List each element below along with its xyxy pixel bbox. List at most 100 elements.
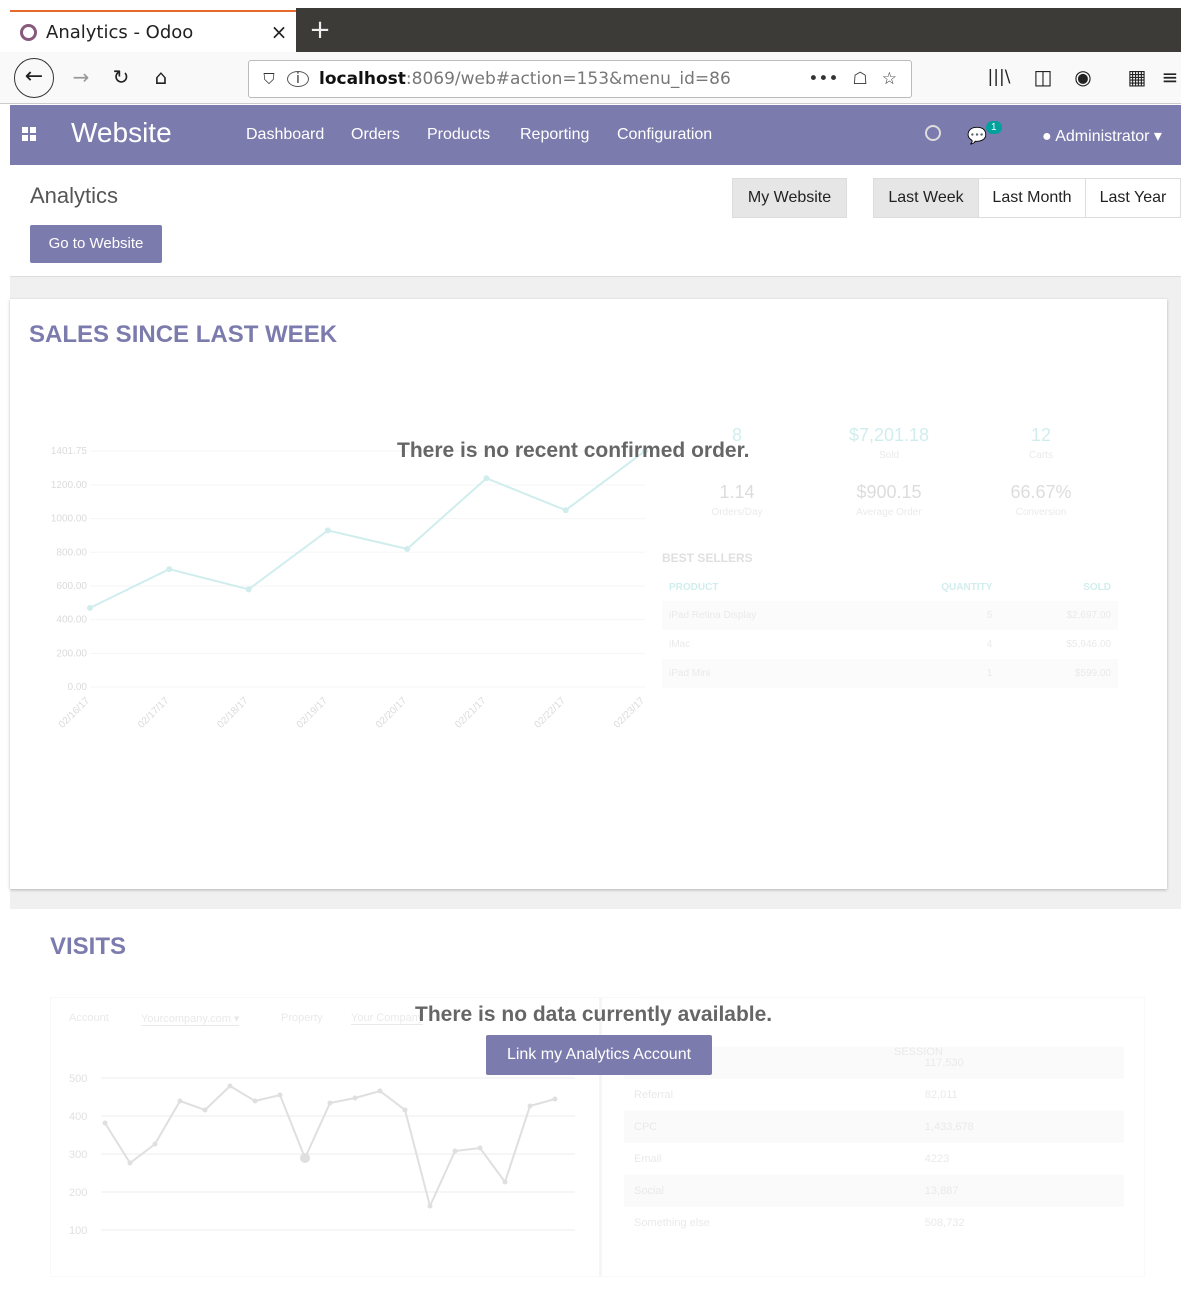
table-row: Email 4223 [634, 1153, 950, 1165]
shield-icon[interactable]: ⛉ [257, 70, 281, 88]
sales-no-data-message: There is no recent confirmed order. [397, 439, 750, 462]
account-label: Account [69, 1012, 109, 1024]
kpi-sold: $7,201.18 Sold [814, 425, 964, 461]
data-point [527, 1103, 533, 1109]
y-tick-label: 300 [69, 1149, 87, 1161]
data-point [102, 1120, 108, 1126]
browser-navbar: ← → ↻ ⌂ ⛉ i localhost:8069/web#action=15… [0, 52, 1181, 104]
back-button[interactable]: ← [14, 58, 54, 98]
range-last-week-button[interactable]: Last Week [873, 178, 979, 218]
user-menu[interactable]: ● Administrator ▾ [1042, 126, 1162, 146]
reload-button[interactable]: ↻ [106, 60, 136, 94]
x-tick-label: 02/16/17 [57, 695, 93, 731]
best-sellers-table: PRODUCT QUANTITY SOLD iPad Retina Displa… [662, 574, 1118, 688]
y-tick-label: 800.00 [56, 547, 87, 558]
kpi-value: 1.14 [719, 482, 755, 502]
data-point [87, 604, 93, 611]
traffic-sources-table: Organic117,530 Referral82,011 CPC1,433,6… [624, 1047, 1124, 1239]
browser-tabstrip: Analytics - Odoo × + [0, 0, 1181, 52]
forward-button[interactable]: → [66, 60, 96, 94]
page-actions-icon[interactable]: ••• [808, 69, 838, 89]
home-button[interactable]: ⌂ [146, 60, 176, 94]
menu-orders[interactable]: Orders [351, 126, 400, 144]
hamburger-menu-icon[interactable]: ≡ [1160, 60, 1180, 94]
kpi-value: $7,201.18 [848, 425, 930, 445]
sales-line-chart: 0.00 200.00 400.00 600.00 800.00 1000.00 1200.… [51, 446, 648, 731]
tabstrip-background [296, 8, 1181, 52]
pocket-icon[interactable]: ☖ [853, 69, 868, 89]
y-tick-label: 200.00 [56, 648, 87, 659]
y-tick-label: 0.00 [68, 682, 88, 693]
go-to-website-button[interactable]: Go to Website [30, 225, 162, 263]
activity-clock-icon[interactable] [925, 125, 941, 141]
data-point [377, 1088, 383, 1094]
y-tick-label: 1401.75 [51, 446, 88, 457]
url-bar[interactable]: ⛉ i localhost:8069/web#action=153&menu_i… [248, 60, 912, 98]
data-point [127, 1160, 133, 1166]
best-sellers-title: BEST SELLERS [662, 551, 753, 565]
menu-configuration[interactable]: Configuration [617, 126, 712, 144]
kpi-label: Orders/Day [711, 507, 763, 518]
range-last-month-button[interactable]: Last Month [978, 178, 1086, 218]
property-label: Property [281, 1012, 323, 1024]
range-last-year-button[interactable]: Last Year [1085, 178, 1181, 218]
y-tick-label: 600.00 [56, 581, 87, 592]
table-row: Something else 508,732 [634, 1217, 965, 1229]
property-select[interactable]: Your Company [351, 1012, 424, 1025]
app-brand[interactable]: Website [71, 117, 172, 149]
y-tick-label: 500 [69, 1073, 87, 1085]
table-row: Referral 82,011 [634, 1089, 958, 1101]
table-row: Social 13,887 [624, 1175, 1124, 1207]
menu-products[interactable]: Products [427, 126, 490, 144]
table-row: iMac 4 $5,946.00 [669, 639, 1111, 650]
account-select[interactable]: Yourcompany.com ▾ [141, 1012, 240, 1026]
sales-series-line [89, 450, 646, 609]
menu-reporting[interactable]: Reporting [520, 126, 589, 144]
data-point [427, 1203, 433, 1209]
site-info-icon[interactable]: i [287, 71, 309, 87]
x-tick-label: 02/21/17 [453, 695, 489, 731]
browser-tab[interactable]: Analytics - Odoo × [10, 10, 296, 52]
kpi-value: 12 [1030, 425, 1052, 445]
data-point [327, 1100, 333, 1106]
kpi-carts: 12 Carts [966, 425, 1116, 461]
link-analytics-account-button[interactable]: Link my Analytics Account [486, 1035, 712, 1075]
sidebar-icon[interactable]: ◫ [1028, 60, 1058, 94]
sales-card: SALES SINCE LAST WEEK 0.00 200.00 400.00 60… [10, 299, 1167, 889]
odoo-main-navbar: Website Dashboard Orders Products Report… [10, 105, 1181, 165]
data-point [352, 1095, 358, 1101]
user-name: Administrator [1055, 128, 1150, 145]
messaging-chat-icon[interactable]: 💬 [967, 126, 987, 146]
x-tick-label: 02/20/17 [374, 695, 410, 731]
kpi-orders-per-day: 1.14 Orders/Day [662, 482, 812, 518]
kpi-value: 66.67% [1010, 482, 1072, 502]
user-avatar-icon: ● [1042, 128, 1052, 145]
extension-gift-icon[interactable]: ▦ [1122, 60, 1152, 94]
kpi-label: Carts [1029, 450, 1053, 461]
bookmark-star-icon[interactable]: ☆ [882, 69, 897, 89]
kpi-label: Conversion [1015, 507, 1067, 518]
y-tick-label: 400 [69, 1111, 87, 1123]
visits-line-chart: 500 400 300 200 100 [69, 1073, 575, 1237]
account-icon[interactable]: ◉ [1068, 60, 1098, 94]
tab-title: Analytics - Odoo [46, 21, 194, 43]
library-icon[interactable]: |||\ [984, 60, 1014, 94]
data-point [300, 1153, 310, 1163]
apps-menu-icon[interactable] [22, 127, 38, 143]
data-point [227, 1083, 233, 1089]
menu-dashboard[interactable]: Dashboard [246, 126, 324, 144]
x-tick-label: 02/17/17 [136, 695, 172, 731]
tab-close-icon[interactable]: × [262, 20, 296, 44]
new-tab-button[interactable]: + [302, 12, 338, 48]
data-point [404, 545, 411, 552]
odoo-favicon-icon [20, 23, 37, 41]
url-text[interactable]: localhost:8069/web#action=153&menu_id=86 [319, 69, 808, 89]
y-tick-label: 400.00 [56, 615, 87, 626]
table-row: iPad Retina Display 5 $2,697.00 [662, 601, 1118, 630]
my-website-button[interactable]: My Website [732, 178, 847, 218]
data-point [402, 1107, 408, 1113]
visits-section: VISITS Account Yourcompany.com ▾ Propert… [10, 909, 1181, 1315]
kpi-label: Sold [878, 450, 899, 461]
table-row: iPad Mini 1 $599.00 [662, 659, 1118, 688]
x-tick-label: 02/23/17 [612, 695, 648, 731]
